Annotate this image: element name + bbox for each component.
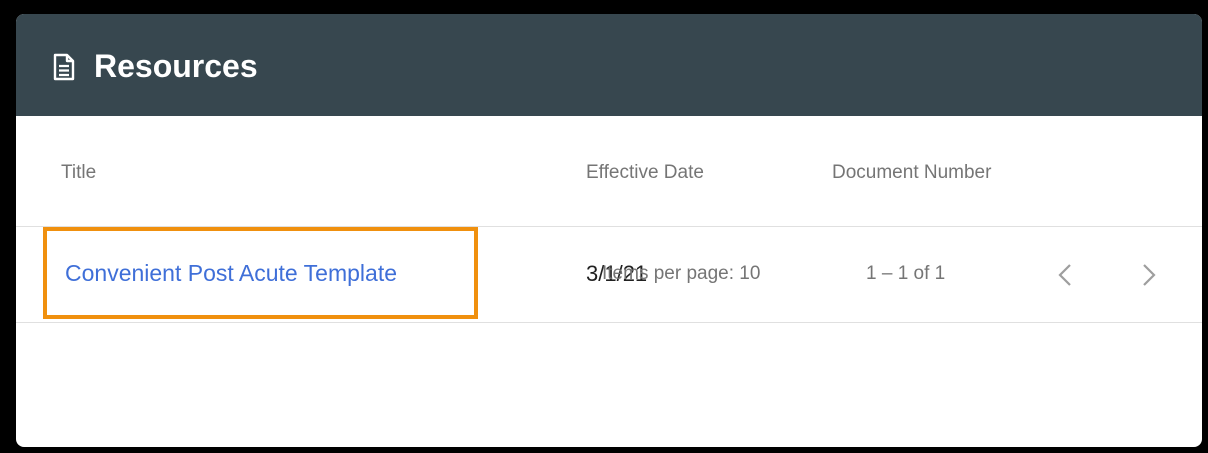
page-title: Resources: [94, 48, 258, 84]
column-header-title[interactable]: Title: [61, 162, 96, 184]
resources-card: Resources Title Effective Date Document …: [16, 14, 1202, 447]
screenshot-frame: Resources Title Effective Date Document …: [6, 6, 1202, 447]
card-header: Resources: [16, 14, 1202, 116]
column-header-effective-date[interactable]: Effective Date: [586, 162, 704, 184]
next-page-button[interactable]: [1128, 255, 1168, 295]
paginator: Items per page: 10 1 – 1 of 1: [16, 221, 1202, 345]
chevron-left-icon: [1046, 255, 1086, 295]
page-range-label: 1 – 1 of 1: [866, 263, 946, 284]
table-header-row: Title Effective Date Document Number: [16, 116, 1202, 227]
previous-page-button[interactable]: [1046, 255, 1086, 295]
chevron-right-icon: [1128, 255, 1168, 295]
items-per-page-label[interactable]: Items per page: 10: [602, 263, 760, 285]
document-icon: [53, 53, 75, 81]
column-header-document-number[interactable]: Document Number: [832, 162, 991, 184]
